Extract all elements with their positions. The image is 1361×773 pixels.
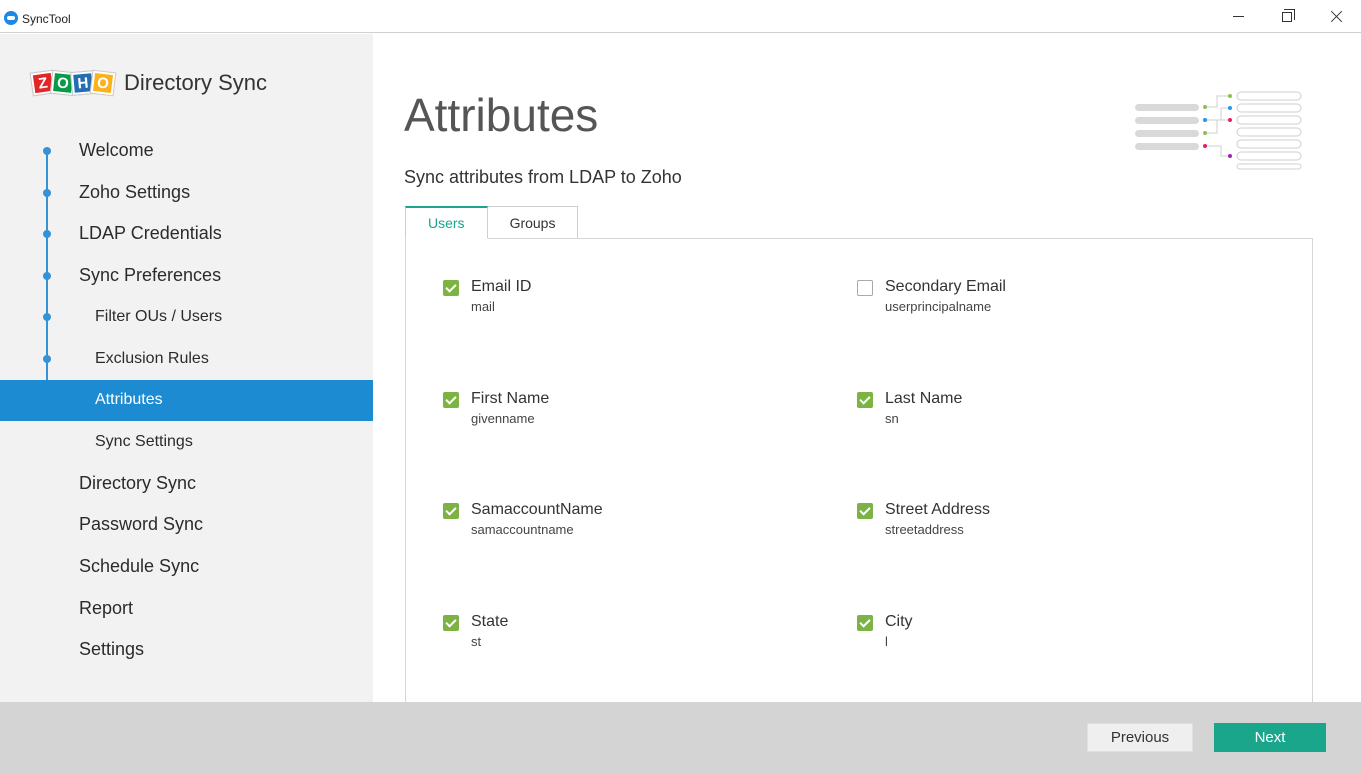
wizard-footer: Previous Next [0,702,1361,773]
sidebar-item-label: Sync Settings [95,432,193,450]
attribute-ldap-key: samaccountname [471,522,574,537]
sidebar-item-schedule-sync[interactable]: Schedule Sync [0,546,373,587]
sidebar-item-label: Password Sync [79,514,204,535]
step-dot-icon [43,271,51,280]
attribute-ldap-key: givenname [471,411,535,426]
attribute-last-name: Last Name sn [857,388,1237,428]
attribute-email-id: Email ID mail [443,276,823,316]
sidebar-item-label: Attributes [95,391,163,409]
previous-button[interactable]: Previous [1087,723,1193,752]
secondary-email-checkbox[interactable] [857,280,873,296]
step-dot-icon [43,147,51,155]
attribute-city: City l [857,611,1237,651]
attribute-ldap-key: st [471,634,482,649]
product-name: Directory Sync [124,70,268,95]
next-button[interactable]: Next [1214,723,1326,752]
last-name-checkbox[interactable] [857,392,873,408]
attribute-first-name: First Name givenname [443,388,823,428]
sidebar: Z O H O Directory Sync Welcome Zoho Sett… [0,34,373,702]
attribute-state: State st [443,611,823,651]
attributes-panel: Email ID mail Secondary Email userprinci… [405,238,1313,702]
attribute-name: First Name [471,390,550,407]
sidebar-item-label: Directory Sync [79,472,197,493]
synctool-app-icon [4,11,18,25]
page-title: Attributes [404,89,599,141]
sidebar-item-label: Welcome [79,140,154,160]
sidebar-item-sync-settings[interactable]: Sync Settings [0,421,373,462]
close-icon [1330,10,1343,23]
first-name-checkbox[interactable] [443,392,459,408]
window-title: SyncTool [22,12,71,26]
attribute-name: City [885,613,913,630]
sidebar-item-label: LDAP Credentials [79,223,222,244]
email-id-checkbox[interactable] [443,280,459,296]
sidebar-item-label: Zoho Settings [79,181,191,202]
sidebar-item-exclusion-rules[interactable]: Exclusion Rules [0,338,373,379]
attribute-ldap-key: userprincipalname [885,299,992,314]
restore-icon [1282,8,1295,22]
sidebar-item-directory-sync[interactable]: Directory Sync [0,463,373,504]
attribute-name: Email ID [471,278,532,295]
attribute-mapping-illustration-icon [1135,91,1302,170]
sidebar-item-settings[interactable]: Settings [0,629,373,670]
attribute-name: Street Address [885,501,990,518]
attribute-ldap-key: l [885,634,888,649]
attribute-ldap-key: sn [885,411,899,426]
attribute-street-address: Street Address streetaddress [857,499,1237,539]
close-button[interactable] [1313,0,1359,33]
step-dot-icon [43,230,51,239]
sidebar-item-label: Sync Preferences [79,264,222,285]
street-address-checkbox[interactable] [857,503,873,519]
sidebar-item-ldap-credentials[interactable]: LDAP Credentials [0,213,373,254]
attribute-secondary-email: Secondary Email userprincipalname [857,276,1237,316]
city-checkbox[interactable] [857,615,873,631]
zoho-logo-mark: Z O H O [30,70,116,96]
sidebar-item-attributes[interactable]: Attributes [0,379,373,421]
main-content: Attributes Sync attributes from LDAP to … [373,34,1361,702]
minimize-button[interactable] [1215,0,1261,33]
sidebar-item-label: Exclusion Rules [95,349,209,367]
step-dot-icon [43,355,51,363]
step-dot-icon [43,313,51,322]
sidebar-item-sync-preferences[interactable]: Sync Preferences [0,255,373,296]
attribute-name: SamaccountName [471,501,603,518]
attribute-samaccountname: SamaccountName samaccountname [443,499,823,539]
sidebar-item-filter-ous-users[interactable]: Filter OUs / Users [0,296,373,337]
sidebar-item-label: Settings [79,639,145,660]
minimize-icon [1232,16,1244,17]
samaccountname-checkbox[interactable] [443,503,459,519]
zoho-logo: Z O H O Directory Sync [30,70,268,96]
attribute-ldap-key: streetaddress [885,522,964,537]
sidebar-item-zoho-settings[interactable]: Zoho Settings [0,172,373,213]
attribute-tabs: Users Groups [405,206,579,239]
sidebar-item-report[interactable]: Report [0,588,373,629]
title-bar: SyncTool [0,0,1361,33]
page-subtitle: Sync attributes from LDAP to Zoho [404,167,682,187]
attribute-name: Last Name [885,390,963,407]
sidebar-item-label: Report [79,597,134,618]
attribute-name: State [471,613,509,630]
tab-users[interactable]: Users [405,206,488,239]
attribute-ldap-key: mail [471,299,495,314]
attribute-name: Secondary Email [885,278,1006,295]
tab-groups[interactable]: Groups [486,206,579,239]
sidebar-item-label: Filter OUs / Users [95,307,223,325]
restore-button[interactable] [1264,0,1310,33]
sidebar-item-label: Schedule Sync [79,556,200,576]
step-dot-icon [43,188,51,197]
sidebar-item-password-sync[interactable]: Password Sync [0,504,373,545]
logo-letter: O [90,70,116,96]
sidebar-item-welcome[interactable]: Welcome [0,130,373,171]
state-checkbox[interactable] [443,615,459,631]
